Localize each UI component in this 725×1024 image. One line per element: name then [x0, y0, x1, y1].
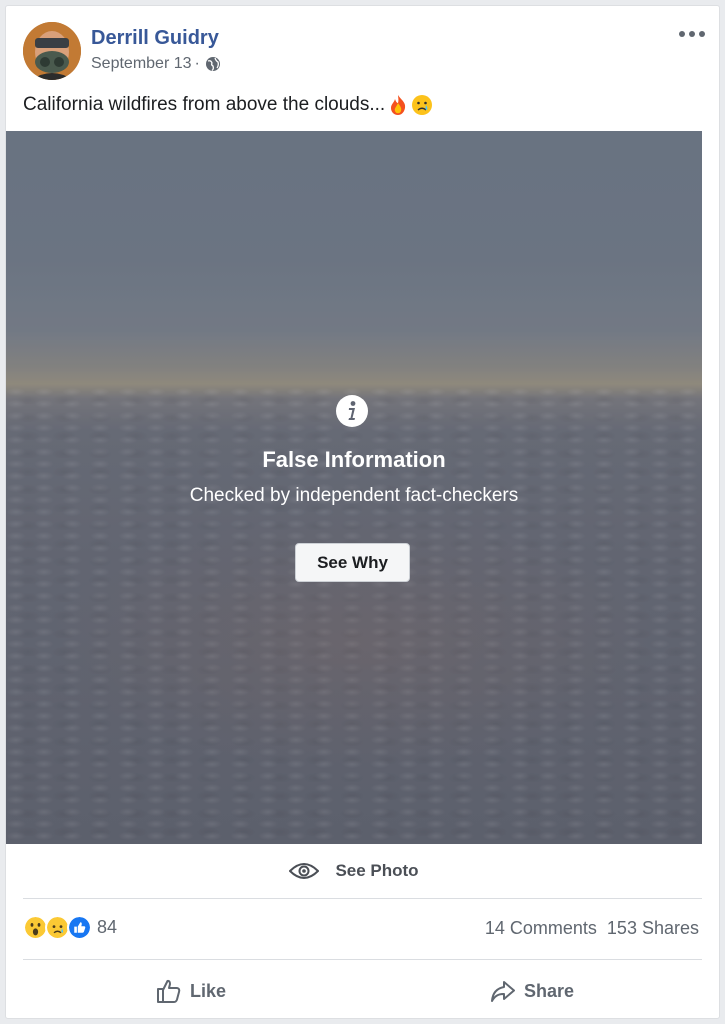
author-name[interactable]: Derrill Guidry: [91, 27, 219, 50]
fact-check-subtitle: Checked by independent fact-checkers: [189, 485, 519, 506]
thumbs-up-icon: [157, 979, 181, 1003]
shares-count[interactable]: 153 Shares: [607, 918, 699, 939]
fire-emoji: [391, 95, 406, 115]
post-date[interactable]: September 13: [91, 55, 192, 73]
post-caption: California wildfires from above the clou…: [23, 94, 433, 116]
share-arrow-icon: [491, 981, 515, 1002]
meta-separator: ·: [194, 55, 200, 72]
comments-count[interactable]: 14 Comments: [485, 918, 597, 939]
like-button[interactable]: Like: [156, 974, 226, 1008]
divider: [23, 898, 702, 899]
see-photo-label: See Photo: [335, 861, 419, 880]
divider: [23, 959, 702, 960]
share-label: Share: [524, 980, 575, 1001]
see-photo-button[interactable]: See Photo: [6, 844, 702, 898]
crying-face-emoji: [412, 95, 433, 115]
post-meta: September 13 ·: [91, 55, 221, 73]
engagement-stats: 14 Comments 153 Shares: [485, 918, 699, 939]
eye-icon: [289, 863, 320, 879]
reactions-summary[interactable]: 84: [23, 913, 117, 941]
post-card: Derrill Guidry September 13 · California…: [5, 5, 720, 1019]
like-label: Like: [190, 980, 227, 1001]
globe-icon[interactable]: [205, 56, 221, 72]
fact-check-photo: False Information Checked by independent…: [6, 131, 702, 844]
share-button[interactable]: Share: [490, 974, 574, 1008]
author-avatar[interactable]: [23, 22, 81, 80]
info-icon: [336, 395, 368, 427]
more-options-icon[interactable]: [679, 28, 705, 40]
like-reaction-icon: [67, 914, 92, 940]
see-why-button[interactable]: See Why: [295, 543, 410, 582]
fact-check-title: False Information: [262, 447, 446, 472]
caption-text: California wildfires from above the clou…: [23, 94, 386, 115]
reaction-count: 84: [97, 916, 118, 937]
